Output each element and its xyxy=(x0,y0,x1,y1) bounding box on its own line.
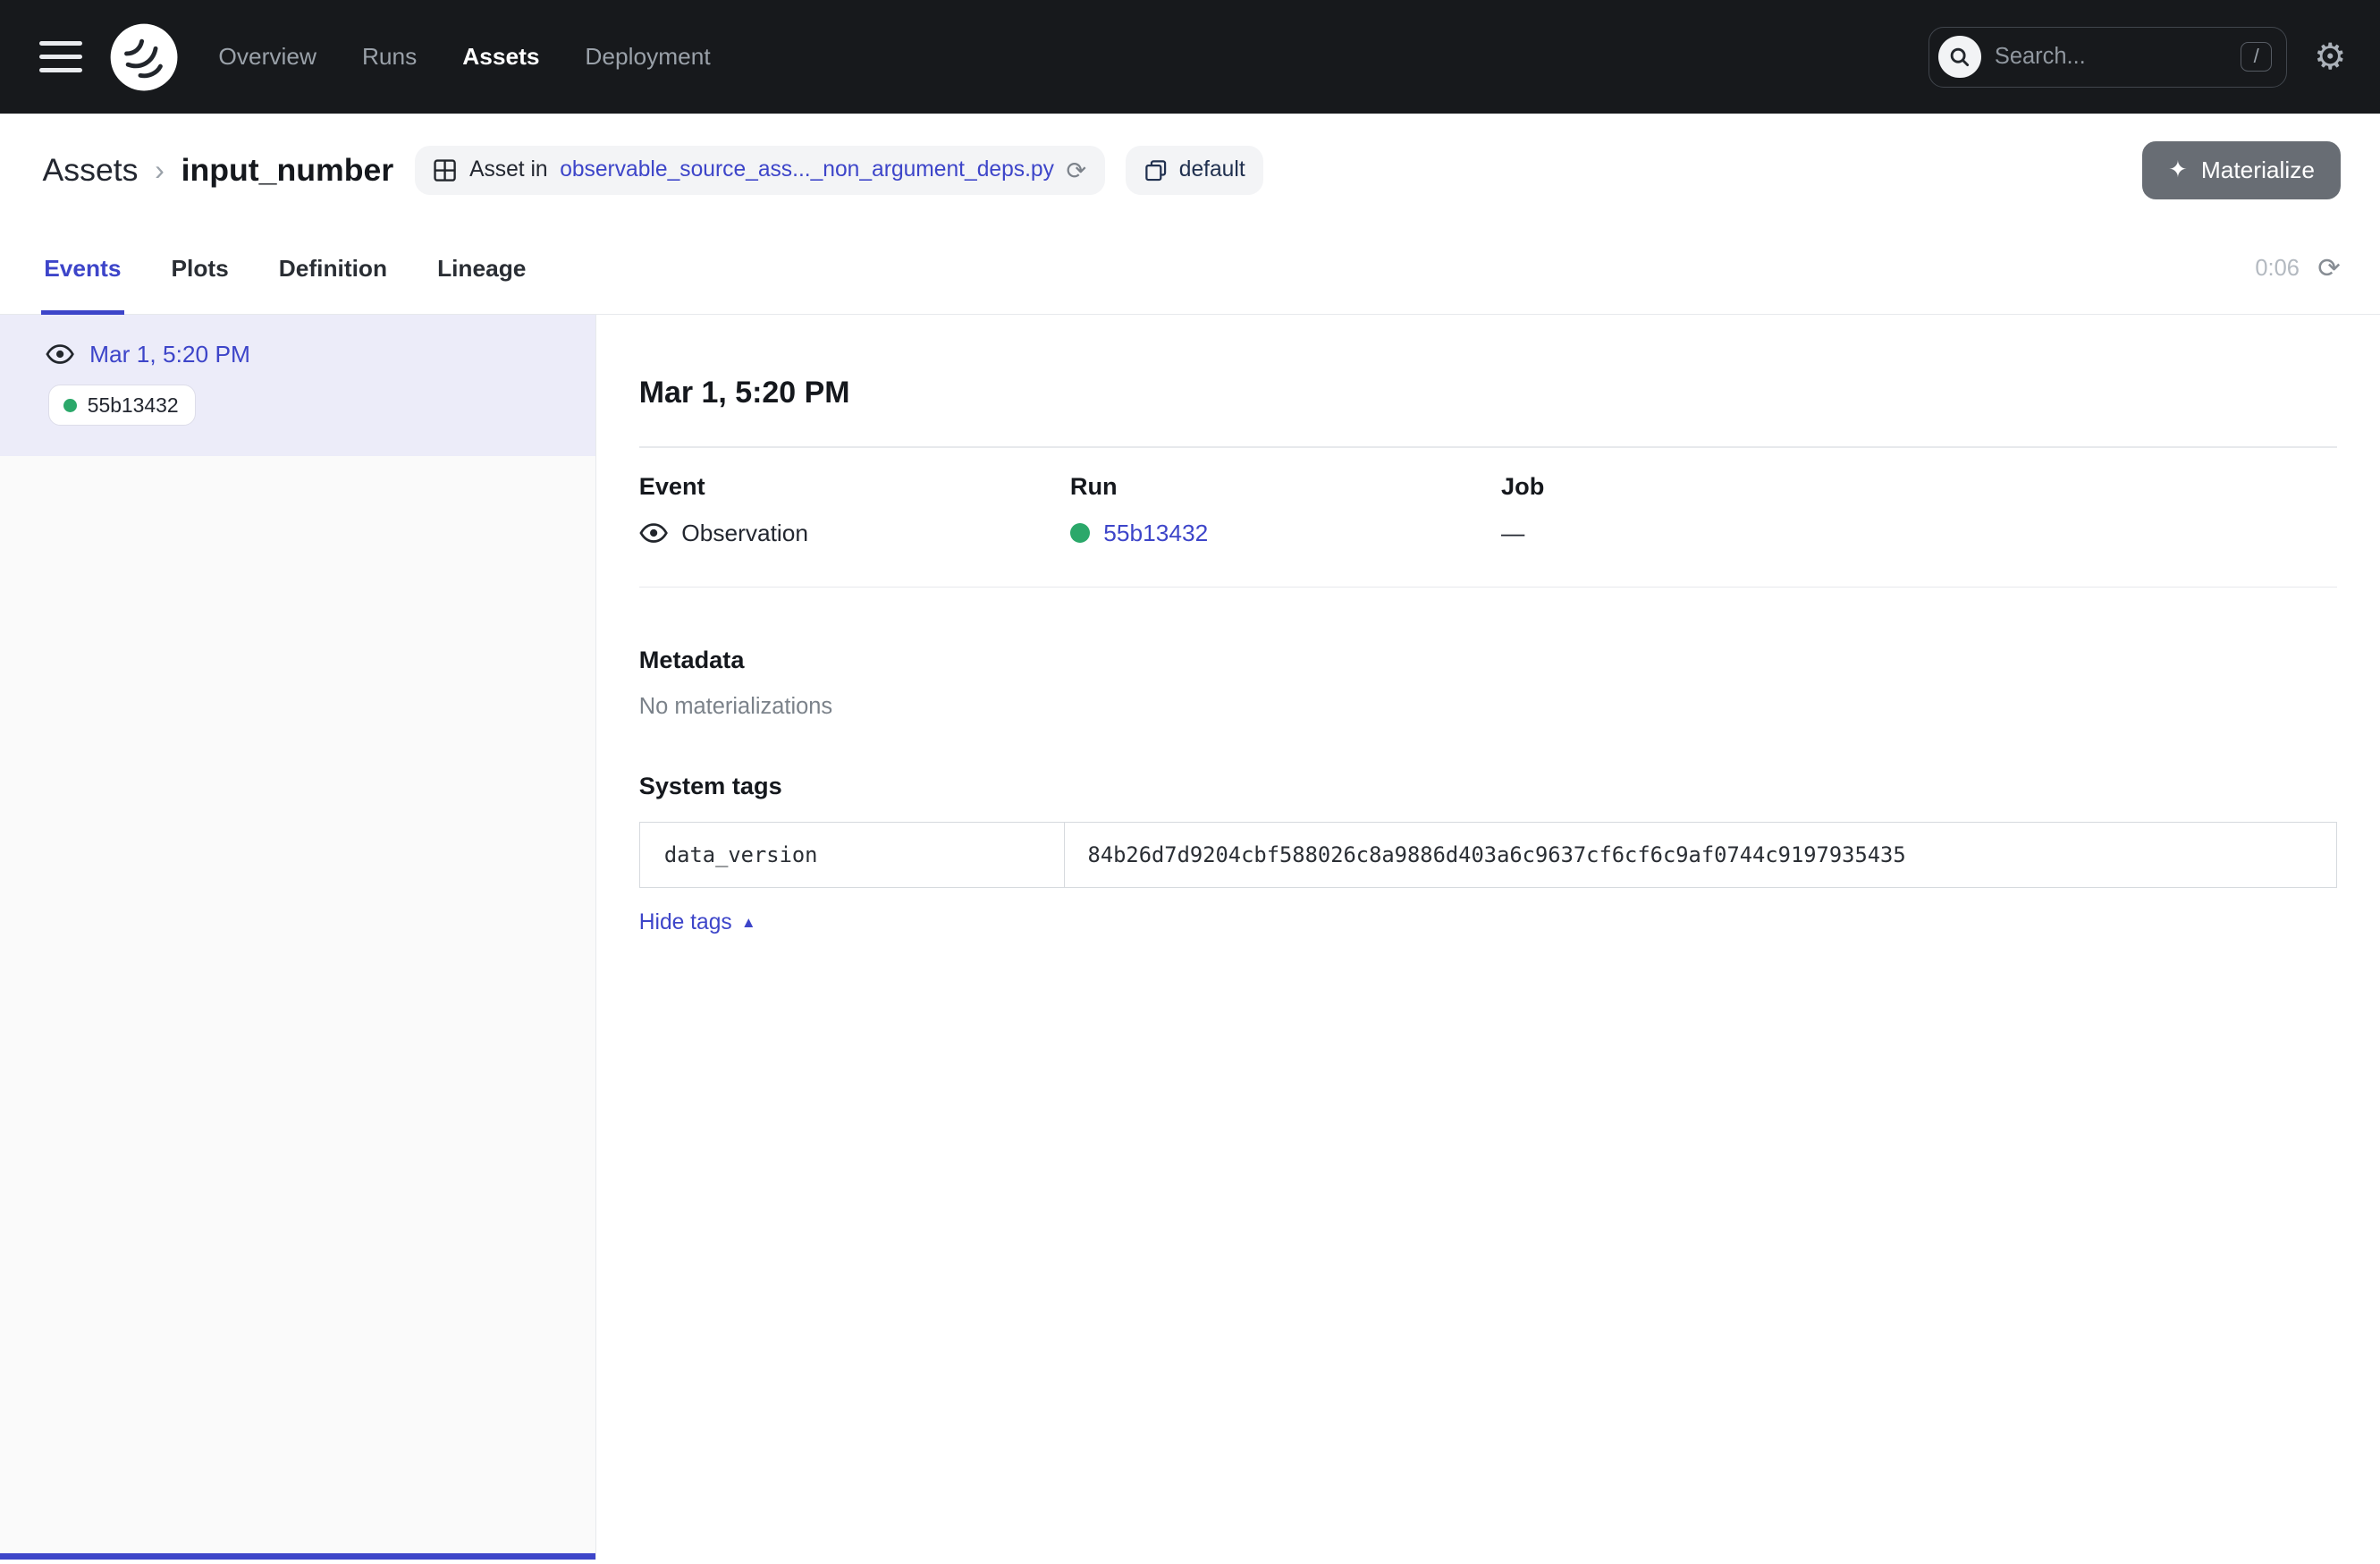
materialize-button-label: Materialize xyxy=(2201,156,2315,184)
tabs-right: 0:06 ⟳ xyxy=(2255,224,2341,314)
materialize-button[interactable]: ✦ Materialize xyxy=(2142,141,2340,199)
tab-plots[interactable]: Plots xyxy=(171,224,228,314)
event-run-id: 55b13432 xyxy=(88,393,179,418)
sparkle-icon: ✦ xyxy=(2168,156,2187,183)
system-tags-heading: System tags xyxy=(639,772,2338,800)
job-column-label: Job xyxy=(1501,472,1932,501)
top-nav-bar: Overview Runs Assets Deployment / ⚙ xyxy=(0,0,2380,114)
event-summary-columns: Event Observation Run xyxy=(639,448,2338,547)
event-detail-panel: Mar 1, 5:20 PM Event Observation xyxy=(596,315,2380,1560)
observation-eye-icon xyxy=(46,344,74,364)
breadcrumb-assets-link[interactable]: Assets xyxy=(43,152,139,189)
refresh-icon[interactable]: ⟳ xyxy=(2317,255,2341,283)
hide-tags-link[interactable]: Hide tags ▲ xyxy=(639,910,756,935)
refresh-timer: 0:06 xyxy=(2255,256,2300,282)
event-run-chip[interactable]: 55b13432 xyxy=(48,385,196,426)
page-header: Assets › input_number Asset in observabl… xyxy=(0,114,2380,224)
job-column: Job — xyxy=(1501,472,1932,546)
group-name-link[interactable]: default xyxy=(1179,157,1245,182)
run-status-dot xyxy=(1070,523,1090,543)
nav-item-overview[interactable]: Overview xyxy=(218,43,316,71)
event-type-value: Observation xyxy=(681,520,808,547)
sidebar-scroll-indicator xyxy=(0,1553,595,1560)
tab-definition[interactable]: Definition xyxy=(279,224,387,314)
asset-badge-prefix: Asset in xyxy=(469,157,548,182)
run-column-label: Run xyxy=(1070,472,1501,501)
system-tags-table: data_version 84b26d7d9204cbf588026c8a988… xyxy=(639,822,2338,888)
search-shortcut-badge: / xyxy=(2241,42,2272,72)
asset-grid-icon xyxy=(433,158,457,182)
run-id-link[interactable]: 55b13432 xyxy=(1103,520,1208,547)
tag-value-cell: 84b26d7d9204cbf588026c8a9886d403a6c9637c… xyxy=(1065,823,2336,887)
search-icon xyxy=(1938,36,1981,79)
nav-item-deployment[interactable]: Deployment xyxy=(585,43,710,71)
hamburger-menu-icon[interactable] xyxy=(39,41,82,73)
events-sidebar: Mar 1, 5:20 PM 55b13432 xyxy=(0,315,596,1560)
event-column: Event Observation xyxy=(639,472,1070,546)
settings-gear-icon[interactable]: ⚙ xyxy=(2314,38,2347,75)
breadcrumb: Assets › input_number xyxy=(43,152,394,189)
dagster-logo-icon[interactable] xyxy=(109,22,179,92)
page-title: input_number xyxy=(181,152,394,189)
asset-definition-badge: Asset in observable_source_ass..._non_ar… xyxy=(415,146,1105,195)
metadata-heading: Metadata xyxy=(639,646,2338,674)
run-status-dot xyxy=(63,399,77,412)
asset-group-badge[interactable]: default xyxy=(1126,146,1263,195)
global-search[interactable]: / xyxy=(1928,27,2287,88)
nav-item-assets[interactable]: Assets xyxy=(462,43,539,71)
breadcrumb-separator: › xyxy=(155,154,165,187)
dagster-app: Overview Runs Assets Deployment / ⚙ Asse… xyxy=(0,0,2380,1564)
tab-lineage[interactable]: Lineage xyxy=(437,224,526,314)
observation-eye-icon xyxy=(639,523,668,543)
group-icon xyxy=(1144,159,1167,182)
hide-tags-label: Hide tags xyxy=(639,910,732,935)
topbar-right: / ⚙ xyxy=(1928,27,2347,88)
tag-key-cell: data_version xyxy=(640,823,1065,887)
search-input[interactable] xyxy=(1995,44,2177,70)
event-detail-title: Mar 1, 5:20 PM xyxy=(639,376,2338,410)
metadata-empty-text: No materializations xyxy=(639,694,2338,720)
run-column: Run 55b13432 xyxy=(1070,472,1501,546)
reload-definition-icon[interactable]: ⟳ xyxy=(1066,158,1086,182)
primary-nav: Overview Runs Assets Deployment xyxy=(218,43,710,71)
job-empty-value: — xyxy=(1501,520,1524,547)
event-column-label: Event xyxy=(639,472,1070,501)
caret-up-icon: ▲ xyxy=(741,914,756,932)
event-list-item-selected[interactable]: Mar 1, 5:20 PM 55b13432 xyxy=(0,315,595,456)
event-timestamp: Mar 1, 5:20 PM xyxy=(89,341,250,368)
asset-tabs: Events Plots Definition Lineage 0:06 ⟳ xyxy=(0,224,2380,315)
content-area: Mar 1, 5:20 PM 55b13432 Mar 1, 5:20 PM E… xyxy=(0,315,2380,1560)
tab-events[interactable]: Events xyxy=(44,224,121,314)
nav-item-runs[interactable]: Runs xyxy=(362,43,417,71)
divider xyxy=(639,587,2338,588)
asset-source-file-link[interactable]: observable_source_ass..._non_argument_de… xyxy=(560,157,1054,182)
